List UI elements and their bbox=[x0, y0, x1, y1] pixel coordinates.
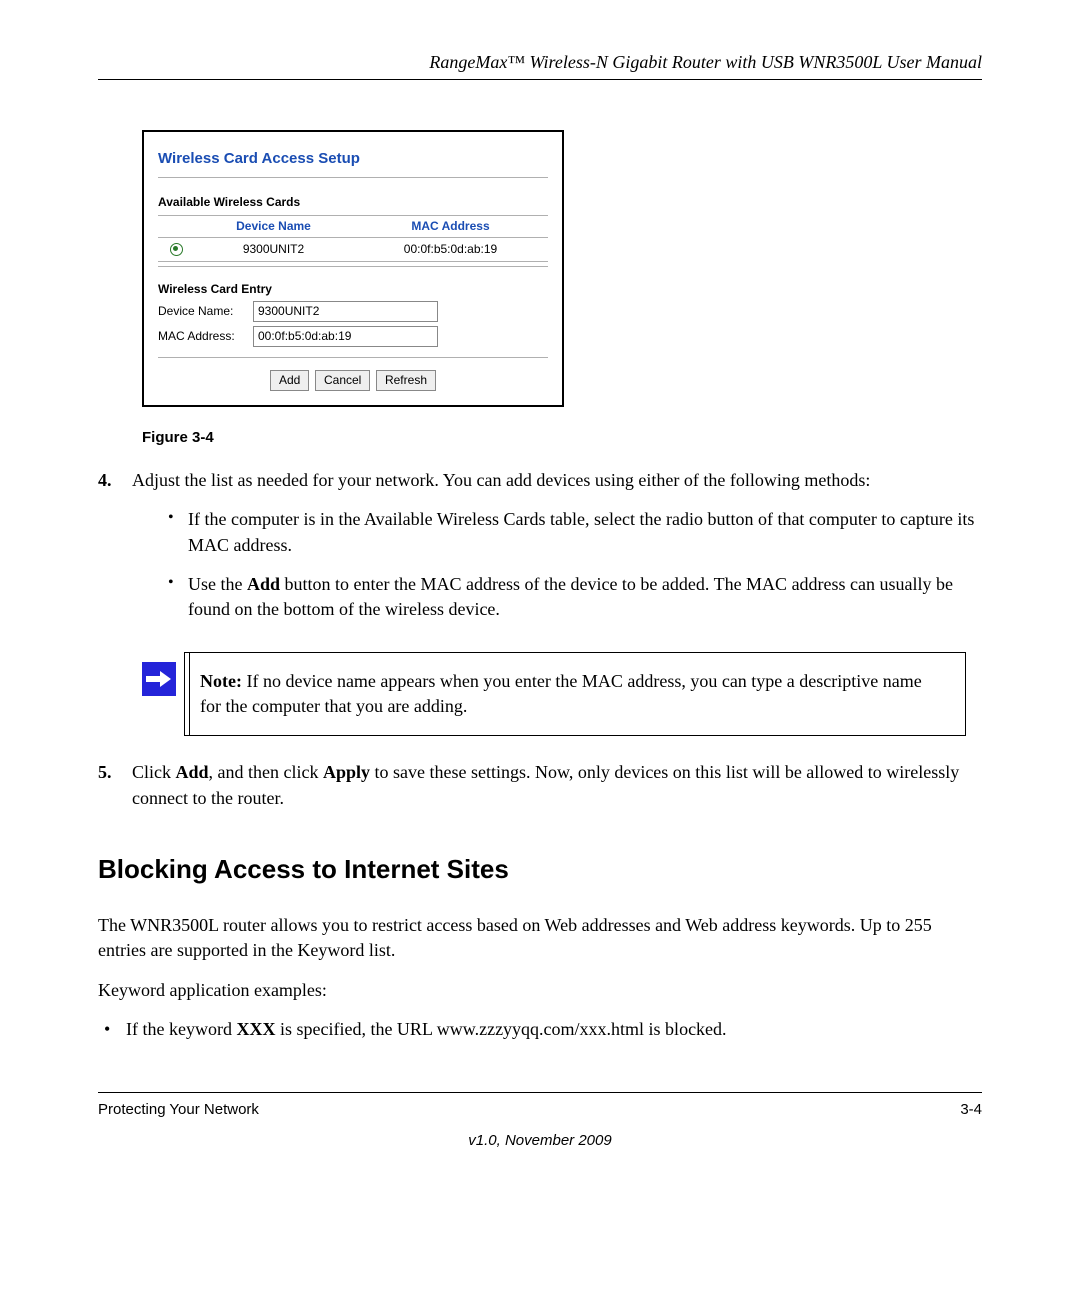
footer-page-number: 3-4 bbox=[960, 1099, 982, 1120]
row-radio-selected-icon[interactable] bbox=[170, 243, 183, 256]
add-bold: Add bbox=[247, 574, 280, 594]
section-paragraph-1: The WNR3500L router allows you to restri… bbox=[98, 913, 982, 963]
refresh-button[interactable]: Refresh bbox=[376, 370, 436, 391]
header-rule bbox=[98, 79, 982, 80]
step-5-number: 5. bbox=[98, 760, 132, 810]
wireless-card-access-setup-panel: Wireless Card Access Setup Available Wir… bbox=[142, 130, 564, 407]
panel-title: Wireless Card Access Setup bbox=[158, 148, 548, 169]
step-4-bullet-2: Use the Add button to enter the MAC addr… bbox=[168, 572, 982, 622]
step-5-text: Click Add, and then click Apply to save … bbox=[132, 760, 982, 810]
doc-header-title: RangeMax™ Wireless-N Gigabit Router with… bbox=[98, 50, 982, 75]
footer-section-name: Protecting Your Network bbox=[98, 1099, 259, 1120]
panel-divider-1 bbox=[158, 177, 548, 178]
mac-address-input[interactable]: 00:0f:b5:0d:ab:19 bbox=[253, 326, 438, 347]
step-4-number: 4. bbox=[98, 468, 132, 636]
panel-divider-3 bbox=[158, 357, 548, 358]
available-cards-heading: Available Wireless Cards bbox=[158, 194, 548, 211]
cell-device-name: 9300UNIT2 bbox=[194, 237, 353, 261]
mac-address-label: MAC Address: bbox=[158, 328, 253, 345]
step-4: 4. Adjust the list as needed for your ne… bbox=[98, 468, 982, 636]
footer-version: v1.0, November 2009 bbox=[98, 1130, 982, 1151]
section-paragraph-2: Keyword application examples: bbox=[98, 978, 982, 1003]
device-name-label: Device Name: bbox=[158, 303, 253, 320]
arrow-right-icon bbox=[142, 662, 176, 696]
page-footer: Protecting Your Network 3-4 v1.0, Novemb… bbox=[98, 1092, 982, 1151]
note-text: Note: If no device name appears when you… bbox=[190, 653, 965, 735]
note-box: Note: If no device name appears when you… bbox=[142, 652, 966, 736]
add-button[interactable]: Add bbox=[270, 370, 309, 391]
panel-divider-2 bbox=[158, 266, 548, 267]
cancel-button[interactable]: Cancel bbox=[315, 370, 370, 391]
col-device-name: Device Name bbox=[194, 215, 353, 237]
device-name-input[interactable]: 9300UNIT2 bbox=[253, 301, 438, 322]
figure-caption: Figure 3-4 bbox=[142, 427, 982, 448]
wireless-card-entry-heading: Wireless Card Entry bbox=[158, 281, 548, 298]
step-4-text: Adjust the list as needed for your netwo… bbox=[132, 470, 870, 490]
step-4-bullet-1: If the computer is in the Available Wire… bbox=[168, 507, 982, 557]
available-cards-table: Device Name MAC Address 9300UNIT2 00:0f:… bbox=[158, 215, 548, 262]
step-5: 5. Click Add, and then click Apply to sa… bbox=[98, 760, 982, 810]
table-row[interactable]: 9300UNIT2 00:0f:b5:0d:ab:19 bbox=[158, 237, 548, 261]
cell-mac-address: 00:0f:b5:0d:ab:19 bbox=[353, 237, 548, 261]
keyword-example-bullet-1: If the keyword XXX is specified, the URL… bbox=[98, 1017, 982, 1042]
col-mac-address: MAC Address bbox=[353, 215, 548, 237]
footer-rule bbox=[98, 1092, 982, 1093]
note-label: Note: bbox=[200, 671, 242, 691]
section-heading-blocking-access: Blocking Access to Internet Sites bbox=[98, 851, 982, 887]
col-radio bbox=[158, 215, 194, 237]
